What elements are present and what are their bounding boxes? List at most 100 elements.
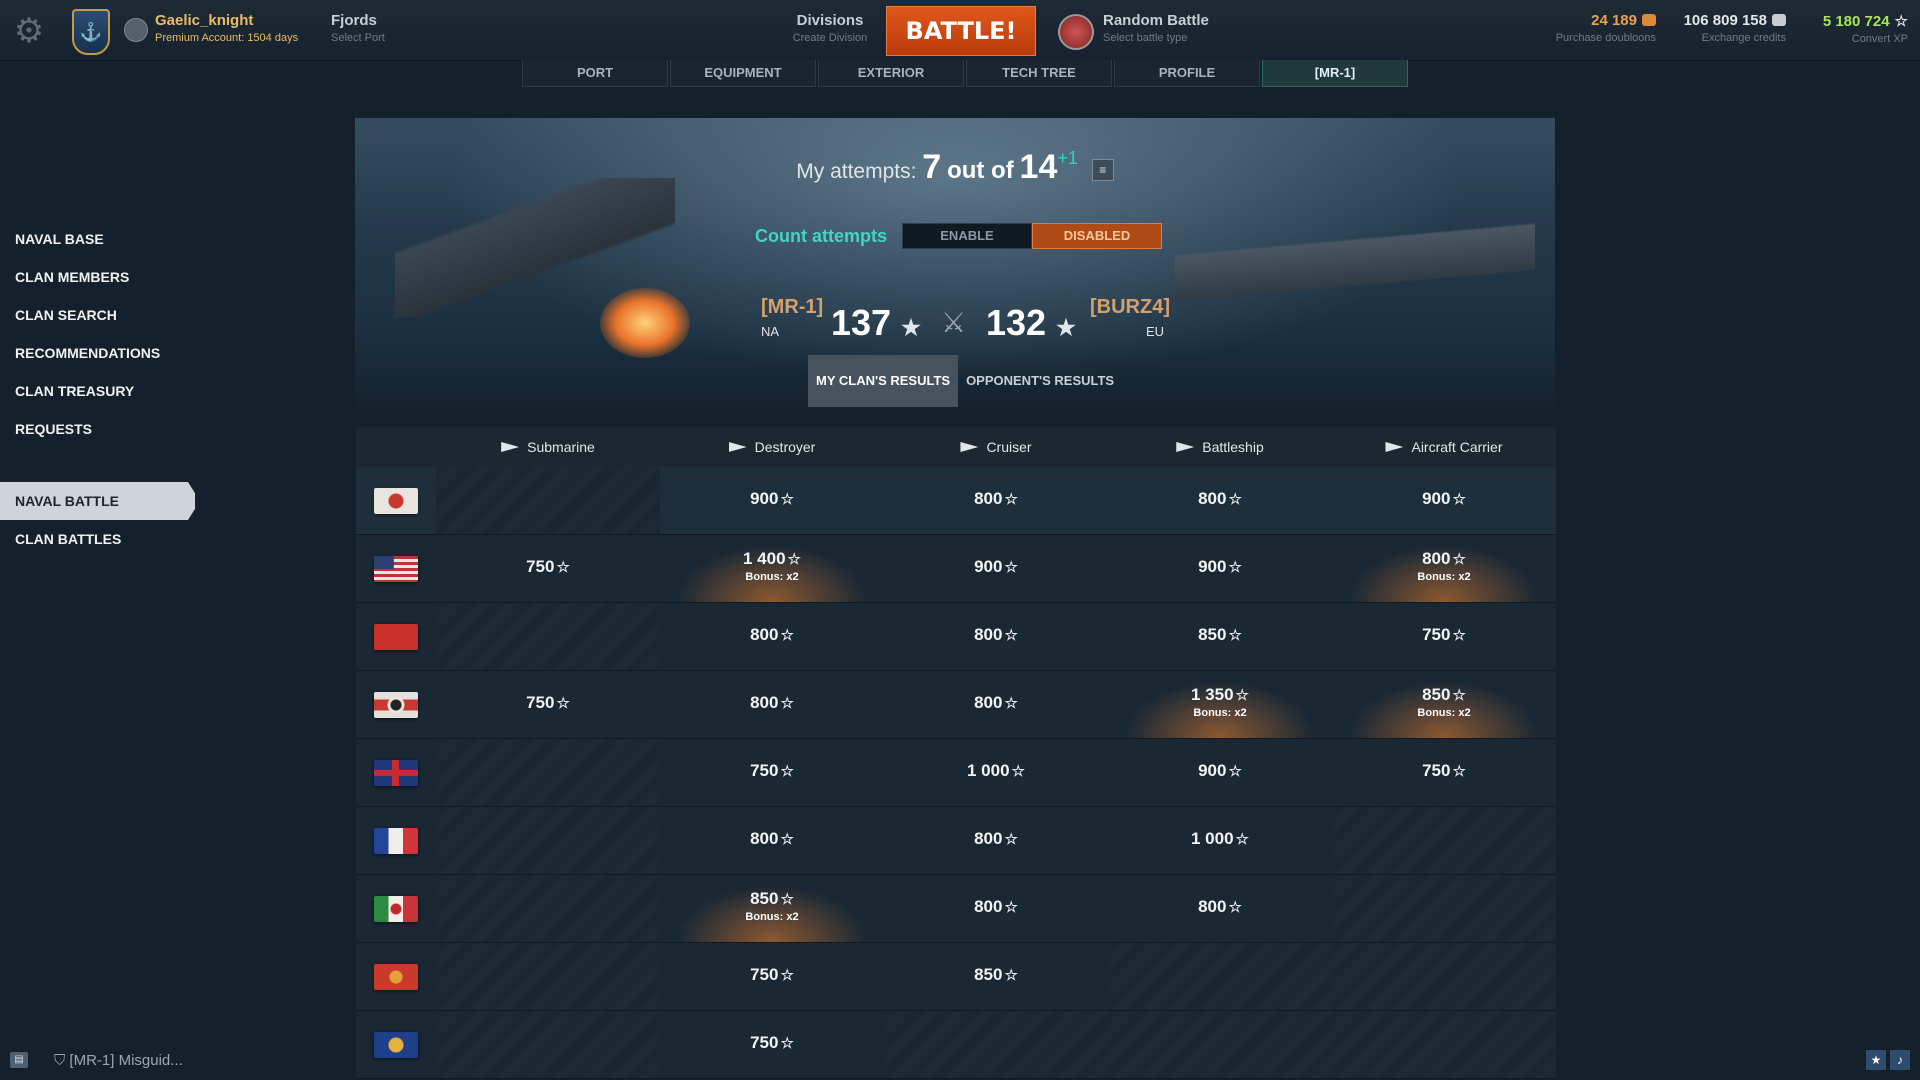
points-cell[interactable]: 850 ☆ Bonus: x2	[1332, 671, 1556, 738]
tab-tech-tree[interactable]: TECH TREE	[966, 60, 1112, 87]
points-cell[interactable]: 750 ☆	[660, 1011, 884, 1078]
points-value: 1 000 ☆	[1191, 829, 1249, 848]
points-value: 750 ☆	[750, 965, 794, 984]
table-row: 900 ☆ 800 ☆ 800 ☆ 900 ☆	[356, 467, 1556, 535]
points-value: 800 ☆	[750, 829, 794, 848]
attempts-used: 7	[922, 148, 942, 186]
points-cell[interactable]: 800 ☆	[660, 807, 884, 874]
tab-clan[interactable]: [MR-1]	[1262, 60, 1408, 87]
column-aircraft-carrier: Aircraft Carrier	[1332, 427, 1556, 467]
points-cell[interactable]: 800 ☆	[884, 875, 1108, 942]
points-cell[interactable]: 750 ☆	[436, 535, 660, 602]
tab-exterior[interactable]: EXTERIOR	[818, 60, 964, 87]
divisions-button[interactable]: Divisions Create Division	[765, 12, 895, 44]
points-cell[interactable]: 750 ☆	[660, 739, 884, 806]
clan-shield-icon[interactable]: ⚓	[72, 9, 110, 55]
attempts-of: out of	[947, 157, 1014, 184]
star-icon: ☆	[780, 491, 794, 508]
points-cell[interactable]: 800 ☆	[1108, 467, 1332, 534]
tab-profile[interactable]: PROFILE	[1114, 60, 1260, 87]
enable-toggle[interactable]: ENABLE	[902, 223, 1032, 249]
xp-value: 5 180 724	[1822, 13, 1890, 30]
sidebar-item-clan-members[interactable]: CLAN MEMBERS	[0, 258, 200, 296]
chat-icon[interactable]: ▤	[10, 1052, 28, 1068]
credits-icon	[1772, 14, 1786, 26]
points-cell[interactable]: 800 ☆	[884, 603, 1108, 670]
sidebar-item-recommendations[interactable]: RECOMMENDATIONS	[0, 334, 200, 372]
points-cell[interactable]: 750 ☆	[660, 943, 884, 1010]
points-value: 800 ☆	[750, 693, 794, 712]
points-cell[interactable]: 850 ☆ Bonus: x2	[660, 875, 884, 942]
points-value: 800 ☆	[1422, 549, 1466, 568]
column-label: Destroyer	[754, 439, 816, 455]
my-clan-tag[interactable]: [MR-1]	[761, 296, 823, 319]
points-cell[interactable]: 900 ☆	[660, 467, 884, 534]
empty-cell	[1332, 807, 1556, 874]
sidebar-item-naval-battle[interactable]: NAVAL BATTLE	[0, 482, 195, 520]
star-icon[interactable]: ★	[1866, 1050, 1886, 1070]
table-row: 750 ☆ 1 400 ☆ Bonus: x2 900 ☆ 900 ☆ 800 ☆ Bonus: x2	[356, 535, 1556, 603]
points-cell[interactable]: 1 350 ☆ Bonus: x2	[1108, 671, 1332, 738]
battle-type-sub: Select battle type	[1103, 32, 1188, 44]
user-block[interactable]: Gaelic_knight Premium Account: 1504 days	[155, 12, 298, 44]
star-icon: ☆	[1452, 551, 1466, 568]
points-cell[interactable]: 850 ☆	[1108, 603, 1332, 670]
points-cell[interactable]: 800 ☆	[660, 671, 884, 738]
sidebar-item-clan-search[interactable]: CLAN SEARCH	[0, 296, 200, 334]
tab-my-clan-results[interactable]: MY CLAN'S RESULTS	[808, 355, 959, 407]
points-cell[interactable]: 800 ☆	[660, 603, 884, 670]
chat-channel[interactable]: ⛉ [MR-1] Misguid...	[54, 1052, 183, 1069]
port-selector[interactable]: Fjords Select Port	[331, 12, 385, 44]
attempts-list-icon[interactable]: ≡	[1091, 159, 1114, 181]
points-cell[interactable]: 800 ☆	[884, 467, 1108, 534]
destroyer-class-icon	[728, 442, 747, 452]
table-row: 800 ☆ 800 ☆ 850 ☆ 750 ☆	[356, 603, 1556, 671]
sidebar-item-clan-battles[interactable]: CLAN BATTLES	[0, 520, 200, 558]
points-cell[interactable]: 850 ☆	[884, 943, 1108, 1010]
points-cell[interactable]: 750 ☆	[436, 671, 660, 738]
credits-value: 106 809 158	[1683, 12, 1767, 29]
points-cell[interactable]: 900 ☆	[1108, 739, 1332, 806]
credits-balance[interactable]: 106 809 158 Exchange credits	[1670, 12, 1786, 44]
points-cell[interactable]: 900 ☆	[1332, 467, 1556, 534]
points-cell[interactable]: 900 ☆	[884, 535, 1108, 602]
star-icon: ☆	[1452, 763, 1466, 780]
points-cell[interactable]: 1 400 ☆ Bonus: x2	[660, 535, 884, 602]
sidebar-item-clan-treasury[interactable]: CLAN TREASURY	[0, 372, 200, 410]
sidebar-item-naval-base[interactable]: NAVAL BASE	[0, 220, 200, 258]
disabled-toggle[interactable]: DISABLED	[1032, 223, 1162, 249]
points-value: 750 ☆	[750, 761, 794, 780]
points-cell[interactable]: 750 ☆	[1332, 739, 1556, 806]
points-cell[interactable]: 1 000 ☆	[1108, 807, 1332, 874]
chat-channel-label: [MR-1] Misguid...	[69, 1052, 183, 1069]
settings-gear-icon[interactable]: ⚙	[10, 12, 48, 50]
carrier-class-icon	[1385, 442, 1404, 452]
doubloons-balance[interactable]: 24 189 Purchase doubloons	[1530, 12, 1656, 44]
battle-type-icon[interactable]	[1058, 14, 1094, 50]
points-cell[interactable]: 800 ☆	[884, 807, 1108, 874]
battle-type-selector[interactable]: Random Battle Select battle type	[1103, 12, 1209, 44]
points-cell[interactable]: 1 000 ☆	[884, 739, 1108, 806]
star-icon: ☆	[1004, 559, 1018, 576]
tab-port[interactable]: PORT	[522, 60, 668, 87]
empty-cell	[436, 603, 660, 670]
points-cell[interactable]: 900 ☆	[1108, 535, 1332, 602]
notification-bell-icon[interactable]: ♪	[1890, 1050, 1910, 1070]
points-cell[interactable]: 800 ☆	[1108, 875, 1332, 942]
star-icon: ☆	[1004, 491, 1018, 508]
sidebar-item-requests[interactable]: REQUESTS	[0, 410, 200, 448]
grid-header: Submarine Destroyer Cruiser Battleship A…	[356, 427, 1556, 467]
opponent-clan-tag[interactable]: [BURZ4]	[1090, 296, 1170, 319]
points-value: 800 ☆	[974, 829, 1018, 848]
points-cell[interactable]: 750 ☆	[1332, 603, 1556, 670]
tab-opponent-results[interactable]: OPPONENT'S RESULTS	[958, 355, 1122, 407]
username[interactable]: Gaelic_knight	[155, 12, 298, 29]
points-cell[interactable]: 800 ☆ Bonus: x2	[1332, 535, 1556, 602]
nation-cell	[356, 807, 436, 874]
battle-button[interactable]: BATTLE!	[886, 6, 1036, 56]
tab-equipment[interactable]: EQUIPMENT	[670, 60, 816, 87]
free-xp-balance[interactable]: 5 180 724 ☆ Convert XP	[1800, 12, 1908, 45]
points-value: 750 ☆	[526, 557, 570, 576]
points-value: 800 ☆	[750, 625, 794, 644]
points-cell[interactable]: 800 ☆	[884, 671, 1108, 738]
